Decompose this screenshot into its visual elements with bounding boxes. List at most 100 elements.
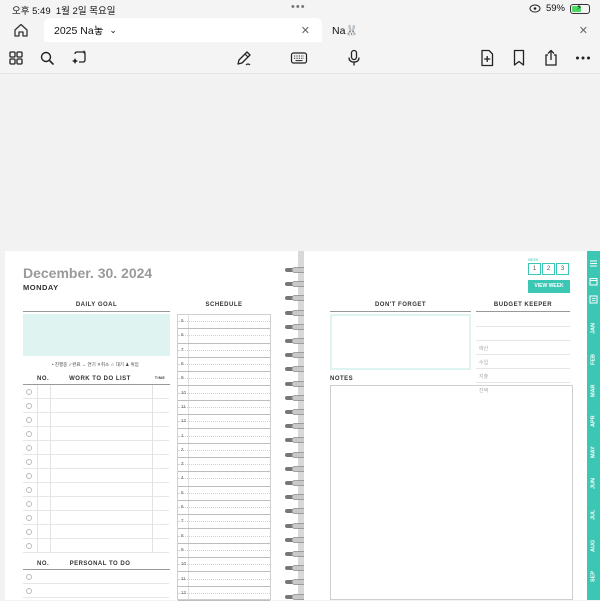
personal-todo-row[interactable] <box>23 570 169 584</box>
todo-row[interactable] <box>23 539 169 553</box>
schedule-hour-row[interactable]: 1 <box>178 433 270 444</box>
checkbox-circle-icon[interactable] <box>26 431 32 437</box>
schedule-hour-row[interactable]: 10 <box>178 561 270 573</box>
keyboard-icon[interactable] <box>290 49 308 67</box>
schedule-half-hour-row[interactable] <box>178 401 270 408</box>
month-tab-jun[interactable]: JUN <box>587 468 600 499</box>
schedule-hour-row[interactable]: 9 <box>178 547 270 559</box>
todo-row[interactable] <box>23 497 169 511</box>
tab-2025-nanotes[interactable]: 2025 Na놓 ⌄ ✕ <box>44 18 322 42</box>
view-week-button[interactable]: VIEW WEEK <box>528 280 570 293</box>
checkbox-circle-icon[interactable] <box>26 487 32 493</box>
microphone-icon[interactable] <box>345 49 363 67</box>
schedule-hour-row[interactable]: 7 <box>178 518 270 530</box>
budget-row[interactable]: 지출 <box>476 369 570 383</box>
calendar-icon[interactable] <box>589 273 598 286</box>
notes-box[interactable] <box>330 385 573 600</box>
more-icon[interactable] <box>574 49 592 67</box>
schedule-half-hour-row[interactable] <box>178 358 270 366</box>
month-tab-apr[interactable]: APR <box>587 406 600 437</box>
checkbox-circle-icon[interactable] <box>26 529 32 535</box>
schedule-hour-row[interactable]: 6 <box>178 332 270 344</box>
checkbox-circle-icon[interactable] <box>26 389 32 395</box>
schedule-half-hour-row[interactable] <box>178 472 270 480</box>
checkbox-circle-icon[interactable] <box>26 574 32 580</box>
close-tab-icon[interactable]: ✕ <box>301 24 310 37</box>
schedule-half-hour-row[interactable] <box>178 587 270 594</box>
share-icon[interactable] <box>542 49 560 67</box>
month-tab-may[interactable]: MAY <box>587 437 600 468</box>
multitask-dots[interactable]: ••• <box>291 1 306 13</box>
close-tab-icon[interactable]: ✕ <box>579 24 588 37</box>
schedule-half-hour-row[interactable] <box>178 501 270 509</box>
schedule-half-hour-row[interactable] <box>178 458 270 466</box>
month-tab-jul[interactable]: JUL <box>587 499 600 530</box>
add-page-icon[interactable] <box>478 49 496 67</box>
week-2-button[interactable]: 2 <box>542 263 555 275</box>
search-icon[interactable] <box>38 49 56 67</box>
schedule-half-hour-row[interactable] <box>178 487 270 494</box>
month-tab-feb[interactable]: FEB <box>587 344 600 375</box>
schedule-hour-row[interactable]: 10 <box>178 390 270 401</box>
schedule-hour-row[interactable]: 9 <box>178 375 270 387</box>
month-tab-mar[interactable]: MAR <box>587 375 600 406</box>
month-tab-aug[interactable]: AUG <box>587 530 600 561</box>
dont-forget-box[interactable] <box>330 314 471 370</box>
schedule-hour-row[interactable]: 8 <box>178 361 270 373</box>
schedule-half-hour-row[interactable] <box>178 315 270 323</box>
week-1-button[interactable]: 1 <box>528 263 541 275</box>
schedule-half-hour-row[interactable] <box>178 329 270 337</box>
schedule-hour-row[interactable]: 5 <box>178 318 270 330</box>
checkbox-circle-icon[interactable] <box>26 445 32 451</box>
tab-na-bunny[interactable]: Na🐰 ✕ <box>322 18 600 42</box>
schedule-half-hour-row[interactable] <box>178 444 270 451</box>
schedule-hour-row[interactable]: 3 <box>178 461 270 473</box>
checklist-icon[interactable] <box>589 291 598 304</box>
checkbox-circle-icon[interactable] <box>26 515 32 521</box>
schedule-half-hour-row[interactable] <box>178 572 270 580</box>
todo-row[interactable] <box>23 399 169 413</box>
checkbox-circle-icon[interactable] <box>26 417 32 423</box>
week-3-button[interactable]: 3 <box>556 263 569 275</box>
todo-row[interactable] <box>23 441 169 455</box>
schedule-hour-row[interactable]: 7 <box>178 347 270 358</box>
budget-row[interactable]: 예산 <box>476 341 570 355</box>
schedule-half-hour-row[interactable] <box>178 515 270 523</box>
schedule-hour-row[interactable]: 6 <box>178 504 270 516</box>
checkbox-circle-icon[interactable] <box>26 403 32 409</box>
schedule-hour-row[interactable]: 8 <box>178 533 270 544</box>
grid-icon[interactable] <box>7 49 25 67</box>
schedule-half-hour-row[interactable] <box>178 544 270 551</box>
schedule-half-hour-row[interactable] <box>178 372 270 380</box>
checkbox-circle-icon[interactable] <box>26 543 32 549</box>
checkbox-circle-icon[interactable] <box>26 501 32 507</box>
checkbox-circle-icon[interactable] <box>26 459 32 465</box>
schedule-hour-row[interactable]: 5 <box>178 490 270 501</box>
budget-row[interactable] <box>476 327 570 341</box>
schedule-hour-row[interactable]: 2 <box>178 447 270 458</box>
todo-row[interactable] <box>23 483 169 497</box>
month-tab-sep[interactable]: SEP <box>587 561 600 592</box>
todo-row[interactable] <box>23 427 169 441</box>
schedule-half-hour-row[interactable] <box>178 344 270 351</box>
schedule-grid[interactable]: 5 6 7 8 9 10 11 12 1 2 3 4 5 6 7 8 9 10 11 12 <box>177 314 271 601</box>
schedule-half-hour-row[interactable] <box>178 387 270 394</box>
todo-row[interactable] <box>23 455 169 469</box>
schedule-half-hour-row[interactable] <box>178 415 270 423</box>
menu-icon[interactable] <box>589 255 598 267</box>
schedule-half-hour-row[interactable] <box>178 558 270 566</box>
budget-row[interactable] <box>476 313 570 327</box>
schedule-hour-row[interactable]: 11 <box>178 404 270 416</box>
checkbox-circle-icon[interactable] <box>26 473 32 479</box>
todo-row[interactable] <box>23 511 169 525</box>
lasso-sparkle-icon[interactable] <box>71 49 89 67</box>
pen-icon[interactable] <box>235 49 253 67</box>
schedule-hour-row[interactable]: 4 <box>178 475 270 487</box>
home-icon[interactable] <box>12 22 30 38</box>
todo-row[interactable] <box>23 385 169 399</box>
month-tab-jan[interactable]: JAN <box>587 313 600 344</box>
checkbox-circle-icon[interactable] <box>26 588 32 594</box>
schedule-hour-row[interactable]: 12 <box>178 418 270 430</box>
daily-goal-box[interactable] <box>23 314 170 356</box>
personal-todo-row[interactable] <box>23 584 169 598</box>
